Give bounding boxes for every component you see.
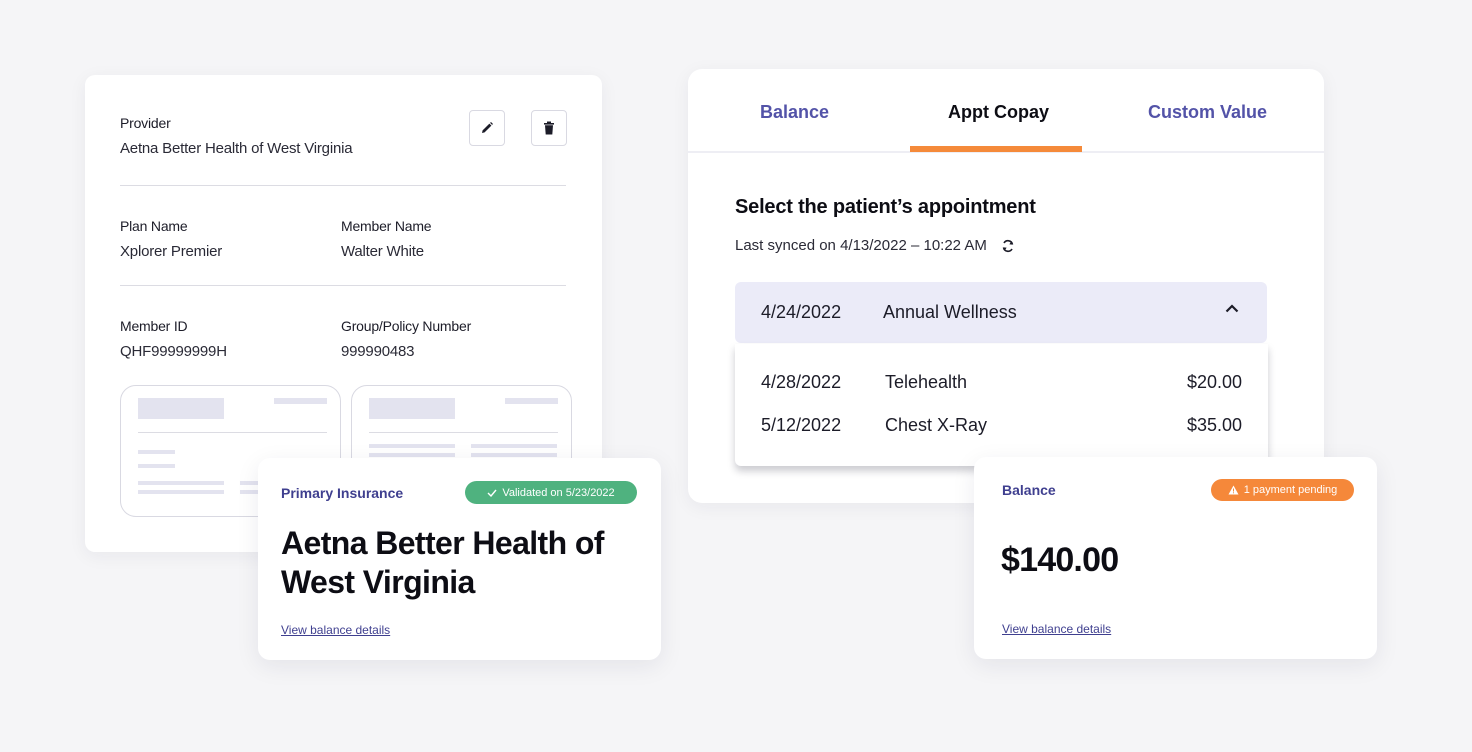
placeholder-bar: [274, 398, 327, 404]
divider: [120, 185, 566, 186]
appointment-option[interactable]: 5/12/2022 Chest X-Ray $35.00: [761, 415, 1242, 436]
provider-field: Provider Aetna Better Health of West Vir…: [120, 115, 353, 157]
appointment-date: 5/12/2022: [761, 415, 842, 435]
divider: [120, 285, 566, 286]
view-balance-details-link[interactable]: View balance details: [1002, 622, 1111, 636]
primary-insurance-label: Primary Insurance: [281, 485, 404, 501]
placeholder-bar: [138, 490, 224, 494]
validated-badge-text: Validated on 5/23/2022: [502, 486, 615, 499]
placeholder-bar: [471, 444, 557, 448]
active-tab-indicator: [910, 146, 1082, 152]
placeholder-bar: [471, 453, 557, 457]
appointment-dropdown: 4/28/2022 Telehealth $20.00 5/12/2022 Ch…: [735, 344, 1268, 466]
primary-insurance-card: Primary Insurance Validated on 5/23/2022…: [258, 458, 661, 660]
payment-pending-badge: 1 payment pending: [1211, 479, 1354, 501]
trash-icon: [544, 121, 554, 135]
group-policy-value: 999990483: [341, 343, 415, 360]
payment-pending-text: 1 payment pending: [1243, 484, 1338, 496]
provider-value: Aetna Better Health of West Virginia: [120, 140, 353, 157]
delete-button[interactable]: [531, 110, 567, 146]
appointment-date: 4/28/2022: [761, 372, 842, 392]
sync-status: Last synced on 4/13/2022 – 10:22 AM: [735, 237, 1015, 254]
placeholder-bar: [505, 398, 558, 404]
appointment-amount: $35.00: [1186, 415, 1242, 435]
appointment-name: Telehealth: [885, 372, 968, 392]
section-title: Select the patient’s appointment: [735, 196, 1036, 218]
sync-text: Last synced on 4/13/2022 – 10:22 AM: [735, 237, 987, 254]
member-name-field: Member Name Walter White: [341, 218, 432, 260]
appointment-option[interactable]: 4/28/2022 Telehealth $20.00: [761, 372, 1242, 393]
group-policy-label: Group/Policy Number: [341, 318, 472, 334]
balance-label: Balance: [1002, 482, 1056, 498]
placeholder-line: [138, 432, 327, 433]
member-name-value: Walter White: [341, 243, 424, 260]
member-name-label: Member Name: [341, 218, 432, 234]
insurance-name: Aetna Better Health of West Virginia: [281, 525, 604, 600]
tab-bar: Balance Appt Copay Custom Value: [688, 69, 1324, 153]
refresh-icon[interactable]: [1001, 239, 1015, 253]
pencil-icon: [482, 122, 493, 133]
member-id-label: Member ID: [120, 318, 188, 334]
plan-name-field: Plan Name Xplorer Premier: [120, 218, 222, 260]
tab-balance[interactable]: Balance: [760, 102, 829, 123]
tab-appt-copay[interactable]: Appt Copay: [948, 102, 1049, 123]
view-balance-details-link[interactable]: View balance details: [281, 623, 390, 637]
warning-icon: [1228, 485, 1239, 495]
validated-badge: Validated on 5/23/2022: [465, 481, 637, 504]
selected-appointment-date: 4/24/2022: [761, 302, 842, 322]
appointment-name: Chest X-Ray: [885, 415, 988, 435]
edit-button[interactable]: [469, 110, 505, 146]
balance-amount: $140.00: [1001, 541, 1119, 579]
check-icon: [487, 489, 497, 497]
provider-label: Provider: [120, 115, 171, 131]
balance-card: Balance 1 payment pending $140.00 View b…: [974, 457, 1377, 659]
placeholder-bar: [138, 464, 175, 468]
plan-name-label: Plan Name: [120, 218, 188, 234]
placeholder-bar: [138, 450, 175, 454]
placeholder-line: [369, 432, 558, 433]
placeholder-bar: [369, 444, 455, 448]
placeholder-bar: [369, 453, 455, 457]
member-id-value: QHF99999999H: [120, 343, 227, 360]
selected-appointment-name: Annual Wellness: [883, 302, 1017, 322]
tab-custom-value[interactable]: Custom Value: [1148, 102, 1267, 123]
placeholder-bar: [369, 398, 455, 419]
appointment-select[interactable]: 4/24/2022 Annual Wellness: [735, 282, 1267, 343]
placeholder-bar: [138, 481, 224, 485]
member-id-field: Member ID QHF99999999H: [120, 318, 227, 360]
group-policy-field: Group/Policy Number 999990483: [341, 318, 471, 360]
placeholder-bar: [138, 398, 224, 419]
appointment-amount: $20.00: [1186, 372, 1242, 392]
chevron-up-icon: [1225, 304, 1239, 313]
plan-name-value: Xplorer Premier: [120, 243, 223, 260]
